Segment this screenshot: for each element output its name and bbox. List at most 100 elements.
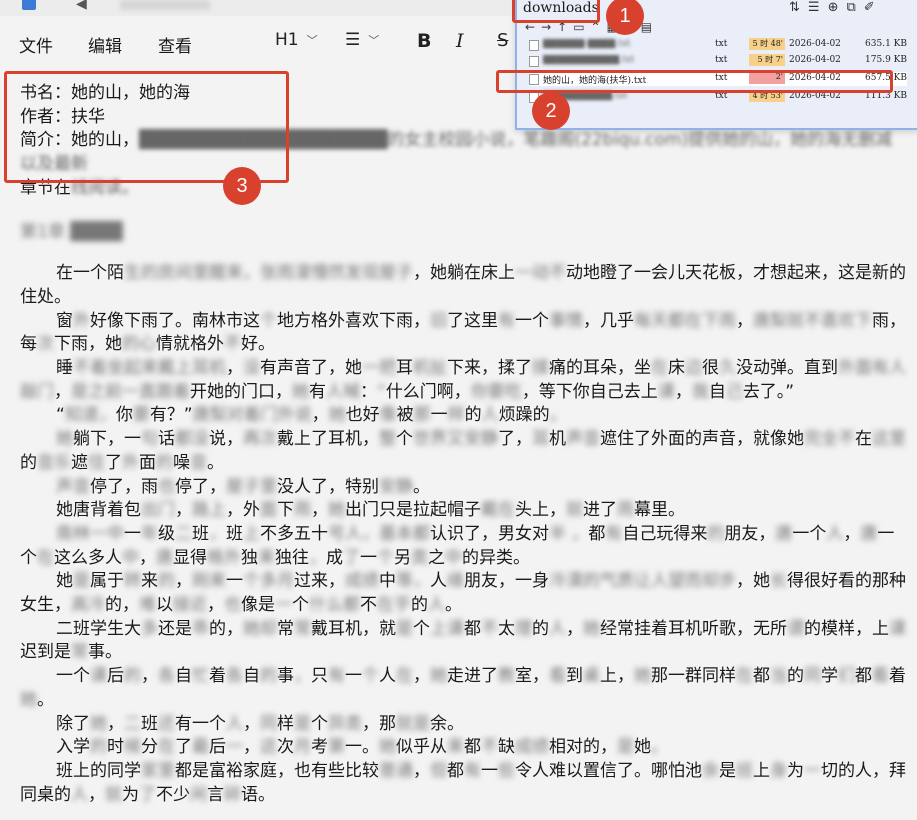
blurred-text: 揉 [532,358,549,379]
text-segment: 遮住了外面的声音，就像她 [600,429,804,450]
blurred-text: 久 [719,358,736,379]
blurred-text: 唐 [775,523,793,544]
menu-edit[interactable]: 编辑 [88,32,122,57]
blurred-text: 个 [260,310,277,331]
text-segment: 言 [207,784,224,805]
blurred-text: 长 [770,571,787,592]
blurred-text: 这 [260,737,277,758]
file-tag: 5 时 7' [749,54,785,66]
text-segment: 室， [515,666,549,687]
blurred-text: 第 [328,737,345,758]
text-segment: 下雨，她 [54,334,122,355]
blurred-text: 课 [90,666,107,687]
blurred-text: 外 [122,452,139,473]
paragraph: 在一个陌生的房间里醒来，张雨濛懵然发现屋子，她躺在床上一动不动地瞪了一会儿天花板… [20,262,908,309]
blurred-text: 唐梨就不喜欢下 [753,310,872,331]
blurred-text: 同 [260,713,277,734]
text-segment: 一个 [515,310,549,331]
text-segment: 属于 [90,571,124,592]
blurred-text: 的 [124,666,141,687]
strikethrough-button[interactable]: S [497,30,508,51]
blurred-text: 己 [725,381,743,402]
text-segment: 进了 [583,500,617,521]
blurred-text: 张雨濛懵然发现屋子 [260,263,413,284]
blurred-text: 转 [124,571,141,592]
menu-icon[interactable]: ☰ [808,0,820,15]
add-icon[interactable]: ⊕ [828,0,839,15]
paragraph: 除了她，二班还有一个人，同样是个异类，那就是余。 [20,713,908,737]
pin-icon[interactable]: ✐ [864,0,875,15]
text-segment: 后 [107,666,124,687]
blurred-text: 每天都在下雨 [634,310,736,331]
blurred-text: 了 [139,784,156,805]
blurred-text: 中 [445,547,462,568]
tab-title-blurred[interactable] [120,0,210,10]
menu-file[interactable]: 文件 [19,32,53,57]
sort-icon[interactable]: ⇅ [789,0,800,15]
text-segment: ，她躺在床上 [413,263,515,284]
italic-button[interactable]: I [456,30,464,52]
text-segment: 的 [411,595,428,616]
copy-icon[interactable]: ⧉ [846,0,855,15]
text-segment: 到 [566,666,583,687]
text-segment: 头上， [515,500,566,521]
paragraph: 她躺下，一句话都没说，再次戴上了耳机，整个世界又安静了，耳机声音遮住了外面的声音… [20,428,908,475]
blurred-text: 号人，基本都 [328,523,430,544]
blurred-text: 面 [260,500,277,521]
file-row[interactable]: ███████████.txt txt 5 时 7' 2026-04-02 175.9 … [529,54,907,68]
text-segment: ， [413,760,430,781]
text-segment: 下来，揉了 [447,358,532,379]
highlight-address-bar [512,0,600,23]
blurred-text: 在 [736,666,753,687]
text-segment: 另 [394,547,411,568]
app-icon [22,0,36,10]
text-segment: ， [843,523,861,544]
text-segment: 床 [668,358,685,379]
text-segment: 似乎从 [396,737,447,758]
paragraph: 她唐背着包出门，路上，外面下雨，她出门只是拉起帽子戴在头上，就进了雨幕里。 [20,499,908,523]
menu-view[interactable]: 查看 [158,32,192,57]
blurred-text: 旧 [430,310,447,331]
blurred-text: 是之前一直跟着 [71,381,190,402]
text-segment: 人 [379,666,396,687]
file-row[interactable]: ██████-████.txt txt 5 时 48' 2026-04-02 635.1… [529,38,907,52]
paragraph: 窗外好像下雨了。南林市这个地方格外喜欢下雨，旧了这里有一个事情，几乎每天都在下雨… [20,310,908,357]
text-segment: “ [56,405,65,426]
blurred-text: 个 [362,666,379,687]
blurred-text: 整 [379,429,396,450]
text-file-icon [529,40,539,51]
blurred-text: 路上 [192,500,226,521]
blurred-text: 。 [651,737,668,758]
blurred-text: 机扯 [413,358,447,379]
blurred-text: 桌 [583,666,600,687]
blurred-text: 成绩 [345,571,379,592]
blurred-text: 就是 [396,713,430,734]
blurred-text: 年 [141,523,158,544]
blurred-text: ， [294,666,311,687]
blurred-text: 音乐 [37,452,71,473]
list-dropdown[interactable]: ☰ ﹀ [345,30,379,50]
paragraph: 一个课后的，各自忙着各自的事，只有一个人在，她走进了教室，看到桌上，她那一群同样… [20,665,908,712]
heading-dropdown[interactable]: H1 ﹀ [275,30,318,50]
text-segment: 睡 [56,358,73,379]
document-body[interactable]: 书名：她的山，她的海 作者：扶华 简介：她的山，████████████████… [20,82,908,807]
blurred-text: 看 [872,666,889,687]
bold-button[interactable]: B [417,30,431,52]
paragraph: 南林一中一年级二班，班上不多五十号人，基本都认识了，男女对半 ，都有自己玩得来的… [20,523,908,570]
text-segment: 的， [105,595,139,616]
text-segment: 学 [821,666,838,687]
blurred-text: 成绩 [515,737,549,758]
blurred-text: 不 [481,618,498,639]
back-arrow-icon[interactable]: ◀ [76,0,87,12]
text-segment: 不 [360,595,377,616]
blurred-text: 世界又安静 [413,429,498,450]
blurred-text: 难 [139,595,156,616]
text-segment: 次 [277,737,294,758]
text-segment: ， [139,547,156,568]
blurred-text: 唐 [860,523,878,544]
text-segment: 情就格外 [156,334,224,355]
text-segment: 这么多人 [54,547,122,568]
text-segment: 都 [464,737,481,758]
blurred-text: 唐梨对着门外说 [192,405,312,426]
blurred-text: 来 [258,547,275,568]
